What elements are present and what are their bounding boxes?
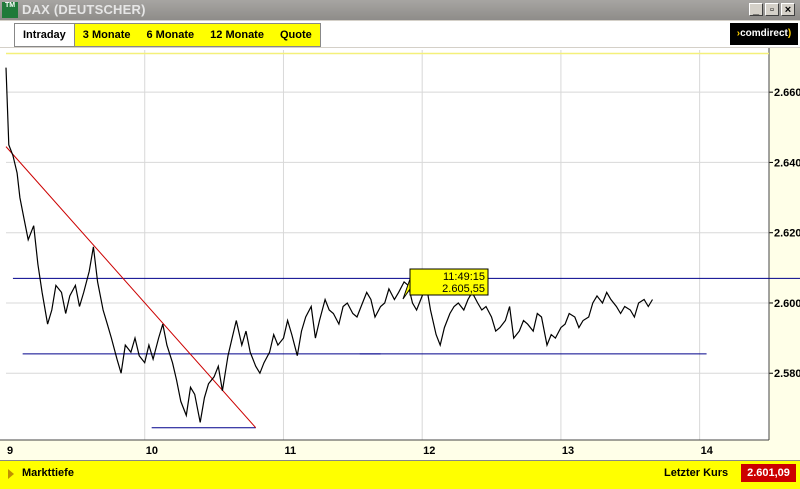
status-bar: Markttiefe Letzter Kurs 2.601,09	[0, 460, 800, 489]
tab-3-monate[interactable]: 3 Monate	[75, 24, 139, 46]
x-tick-label: 11	[284, 445, 296, 457]
x-axis-panel	[0, 440, 769, 460]
tab-6-monate[interactable]: 6 Monate	[138, 24, 202, 46]
title-bar: TM DAX (DEUTSCHER) _ ▫ ×	[0, 0, 800, 20]
close-icon[interactable]: ×	[781, 3, 795, 16]
y-tick-label: 2.620	[774, 228, 800, 240]
markttiefe-link[interactable]: Markttiefe	[22, 467, 74, 479]
tab-intraday[interactable]: Intraday	[15, 24, 75, 46]
tab-12-monate[interactable]: 12 Monate	[202, 24, 272, 46]
play-arrow-icon[interactable]	[8, 469, 14, 479]
last-price-label: Letzter Kurs	[664, 467, 729, 479]
tab-bar: Intraday 3 Monate 6 Monate 12 Monate Quo…	[0, 21, 800, 47]
y-tick-label: 2.640	[774, 157, 800, 169]
x-tick-label: 9	[7, 445, 13, 457]
axis-corner	[769, 440, 800, 460]
tab-quote[interactable]: Quote	[272, 24, 320, 46]
y-axis-panel	[769, 48, 800, 440]
tab-strip: Intraday 3 Monate 6 Monate 12 Monate Quo…	[14, 23, 321, 47]
tooltip-value: 2.605,55	[442, 283, 485, 295]
restore-icon[interactable]: ▫	[765, 3, 779, 16]
x-tick-label: 13	[562, 445, 574, 457]
x-tick-label: 10	[146, 445, 158, 457]
y-tick-label: 2.580	[774, 368, 800, 380]
y-tick-label: 2.600	[774, 298, 800, 310]
brand-logo: ›comdirect)	[730, 23, 798, 45]
chart-area[interactable]: 9 10 11 12 13 14 2.660 2.640 2.620 2.600 2.580 11:4…	[0, 48, 800, 460]
last-price-value: 2.601,09	[741, 464, 796, 482]
tooltip-time: 11:49:15	[443, 271, 485, 283]
x-tick-label: 14	[701, 445, 714, 457]
window-title: DAX (DEUTSCHER)	[22, 2, 146, 17]
app-logo-icon: TM	[2, 2, 18, 18]
y-tick-label: 2.660	[774, 87, 800, 99]
x-tick-label: 12	[423, 445, 435, 457]
brand-label: comdirect	[740, 28, 788, 39]
chart-background	[0, 48, 800, 460]
minimize-icon[interactable]: _	[749, 3, 763, 16]
intraday-chart[interactable]: 9 10 11 12 13 14 2.660 2.640 2.620 2.600 2.580 11:4…	[0, 48, 800, 460]
